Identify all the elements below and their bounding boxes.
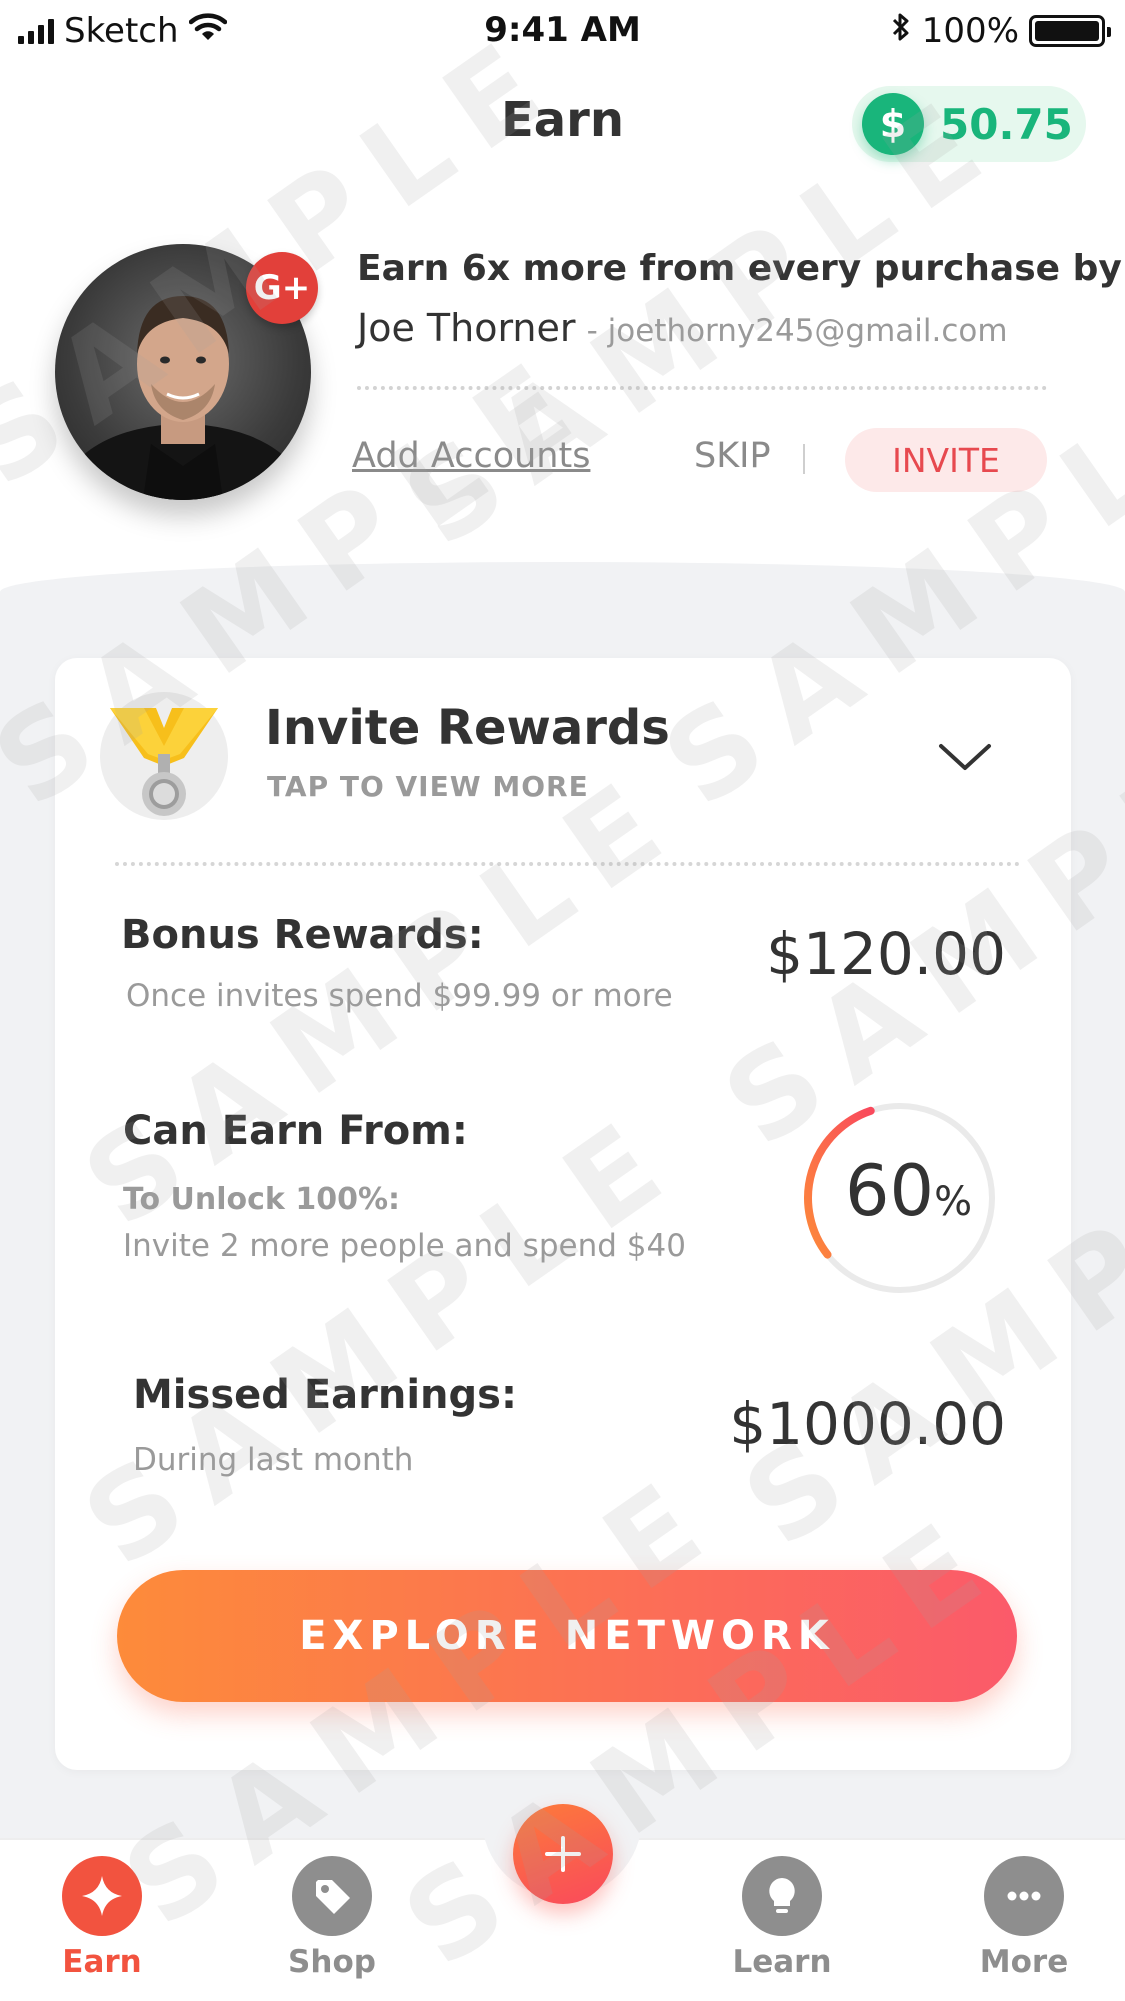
explore-network-button[interactable]: EXPLORE NETWORK — [117, 1570, 1017, 1702]
unlock-label: To Unlock 100%: — [123, 1182, 401, 1217]
bluetooth-icon — [890, 11, 912, 52]
tab-learn[interactable]: Learn — [702, 1856, 862, 1996]
contact-line: Joe Thorner - joethorny245@gmail.com — [357, 306, 1008, 350]
tab-label: Earn — [62, 1944, 142, 1980]
bonus-rewards-sub: Once invites spend $99.99 or more — [126, 978, 673, 1014]
contact-name: Joe Thorner — [357, 306, 576, 350]
card-title: Invite Rewards — [265, 700, 670, 756]
battery-icon — [1029, 15, 1111, 47]
missed-earnings-label: Missed Earnings: — [133, 1372, 517, 1418]
missed-earnings-sub: During last month — [133, 1442, 414, 1478]
add-accounts-link[interactable]: Add Accounts — [352, 436, 590, 476]
plus-icon — [545, 1836, 581, 1872]
contact-email: - joethorny245@gmail.com — [586, 313, 1008, 349]
divider — [357, 386, 1047, 390]
balance-value: 50.75 — [940, 99, 1073, 149]
status-bar: Sketch 9:41 AM 100% — [0, 0, 1125, 62]
tag-icon — [292, 1856, 372, 1936]
missed-earnings-value: $1000.00 — [729, 1390, 1006, 1458]
gauge-percent: 60% — [845, 1150, 972, 1232]
battery-percent: 100% — [921, 11, 1019, 51]
bonus-rewards-value: $120.00 — [766, 920, 1006, 988]
google-plus-icon: G+ — [246, 252, 318, 324]
add-button[interactable] — [513, 1804, 613, 1904]
sparkle-icon — [62, 1856, 142, 1936]
gauge-percent-unit: % — [934, 1179, 973, 1225]
invite-button[interactable]: INVITE — [845, 428, 1047, 492]
tab-more[interactable]: More — [944, 1856, 1104, 1996]
more-dots-icon — [984, 1856, 1064, 1936]
chevron-down-icon[interactable] — [937, 740, 993, 774]
divider — [115, 862, 1020, 866]
invite-headline: Earn 6x more from every purchase by: — [357, 248, 1125, 289]
tab-label: Learn — [732, 1944, 832, 1980]
tab-label: Shop — [288, 1944, 376, 1980]
dollar-icon: $ — [862, 93, 924, 155]
can-earn-label: Can Earn From: — [123, 1108, 468, 1154]
tab-shop[interactable]: Shop — [252, 1856, 412, 1996]
lightbulb-icon — [742, 1856, 822, 1936]
status-right: 100% — [890, 10, 1111, 52]
unlock-requirement: Invite 2 more people and spend $40 — [123, 1228, 686, 1264]
tap-to-view-more[interactable]: TAP TO VIEW MORE — [267, 770, 589, 803]
tab-label: More — [979, 1944, 1069, 1980]
medal-icon — [100, 692, 228, 820]
bonus-rewards-label: Bonus Rewards: — [121, 912, 484, 958]
tab-earn[interactable]: Earn — [22, 1856, 182, 1996]
gauge-percent-value: 60 — [845, 1150, 935, 1232]
balance-pill[interactable]: $ 50.75 — [852, 86, 1086, 162]
skip-button[interactable]: SKIP — [694, 436, 771, 476]
divider — [803, 444, 805, 474]
